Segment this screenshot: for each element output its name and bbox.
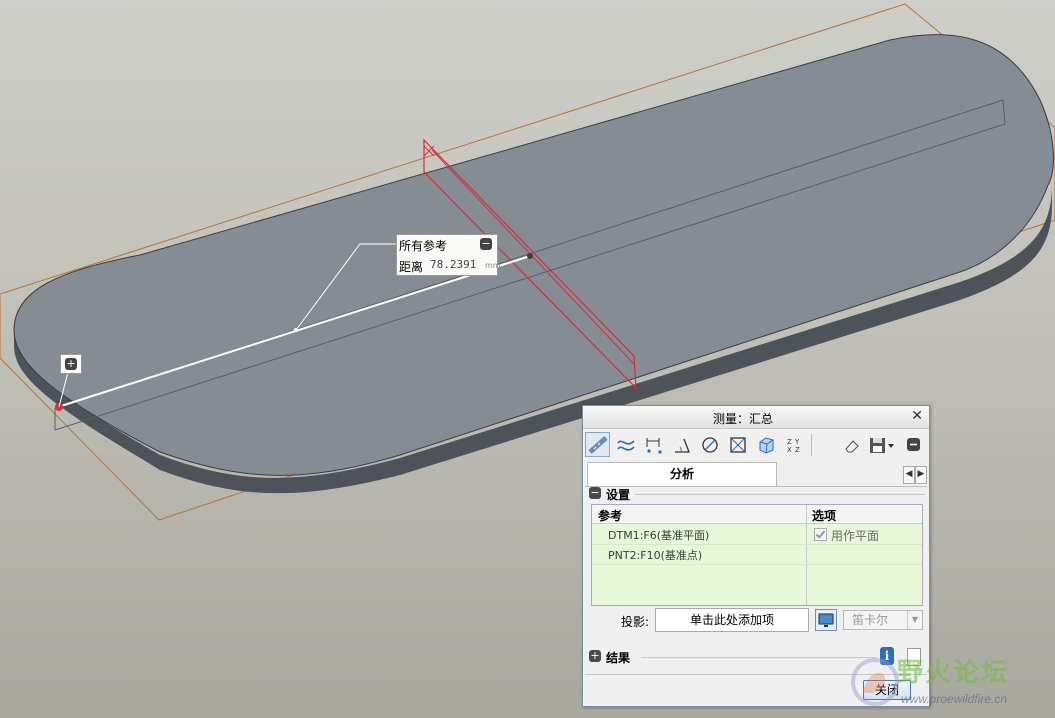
collapse-toolbar-icon[interactable]: [901, 432, 926, 457]
section-divider: [641, 657, 877, 658]
point-callout[interactable]: +: [60, 354, 82, 374]
use-as-plane-checkbox[interactable]: [814, 528, 827, 541]
svg-text:Y: Y: [794, 438, 800, 446]
info-icon[interactable]: i: [880, 647, 894, 665]
transform-icon[interactable]: ZYXZ: [781, 432, 806, 457]
collapse-icon[interactable]: −: [480, 238, 492, 250]
results-label: 结果: [606, 651, 631, 665]
area-icon[interactable]: [725, 432, 750, 457]
reference-cell: PNT2:F10(基准点): [608, 549, 703, 562]
tab-scroll-right-icon[interactable]: ▶: [915, 466, 927, 484]
display-icon[interactable]: [815, 609, 837, 631]
eraser-icon[interactable]: [839, 432, 864, 457]
dialog-titlebar[interactable]: 测量：汇总 ✕: [583, 406, 929, 429]
expand-icon[interactable]: +: [65, 358, 77, 370]
tab-row: 分析 ◀ ▶: [585, 462, 927, 487]
coordinate-select-value: 笛卡尔: [852, 613, 889, 627]
svg-text:Z: Z: [787, 438, 792, 446]
settings-section-header[interactable]: − 设置: [589, 486, 925, 502]
column-header-options: 选项: [812, 509, 837, 523]
settings-label: 设置: [606, 488, 631, 502]
results-section-header[interactable]: + 结果: [589, 649, 879, 665]
chevron-down-icon[interactable]: ▼: [907, 611, 922, 629]
distance-label: 距离: [399, 260, 424, 274]
table-row[interactable]: PNT2:F10(基准点): [592, 544, 922, 565]
svg-text:X: X: [787, 446, 792, 454]
save-icon[interactable]: [865, 432, 897, 457]
dialog-title: 测量：汇总: [712, 412, 773, 426]
projection-collector[interactable]: 单击此处添加项: [655, 608, 809, 632]
option-cell[interactable]: 用作平面: [814, 527, 879, 544]
section-divider: [635, 494, 925, 495]
distance-measure-icon[interactable]: [585, 432, 610, 457]
tab-analysis[interactable]: 分析: [587, 462, 777, 486]
diameter-icon[interactable]: [697, 432, 722, 457]
angle-icon[interactable]: [669, 432, 694, 457]
table-row[interactable]: DTM1:F6(基准平面) 用作平面: [592, 524, 922, 545]
collapse-icon[interactable]: −: [589, 487, 601, 499]
measure-dialog: 测量：汇总 ✕ ZYXZ 分析 ◀ ▶ − 设置 参考 选项 DTM1:F6(基…: [582, 405, 930, 707]
expand-icon[interactable]: +: [589, 650, 601, 662]
dialog-footer-divider: [585, 674, 927, 675]
toolbar-separator: [811, 434, 812, 456]
close-icon[interactable]: ✕: [911, 408, 923, 424]
reference-cell: DTM1:F6(基准平面): [608, 529, 710, 542]
tab-scroll-left-icon[interactable]: ◀: [903, 466, 915, 484]
projection-label: 投影:: [621, 615, 650, 629]
coordinate-select[interactable]: 笛卡尔 ▼: [843, 610, 923, 630]
distance-points-icon[interactable]: [641, 432, 666, 457]
option-label: 用作平面: [831, 529, 880, 543]
close-button[interactable]: 关闭: [863, 680, 911, 700]
column-header-reference: 参考: [598, 509, 623, 523]
volume-icon[interactable]: [753, 432, 778, 457]
svg-text:Z: Z: [795, 446, 800, 454]
document-icon[interactable]: [907, 648, 921, 666]
measure-callout[interactable]: 所有参考 − 距离 78.2391 mm: [396, 234, 501, 276]
callout-title: 所有参考: [399, 239, 448, 253]
reference-table: 参考 选项 DTM1:F6(基准平面) 用作平面 PNT2:F10(基准点): [591, 504, 923, 606]
measure-toolbar: ZYXZ: [585, 430, 927, 460]
table-header: 参考 选项: [592, 505, 922, 524]
leader-anchor-point: [294, 328, 298, 332]
measure-end-point: [527, 253, 533, 259]
curve-length-icon[interactable]: [613, 432, 638, 457]
distance-value: 78.2391: [430, 258, 477, 271]
distance-unit: mm: [485, 261, 501, 270]
